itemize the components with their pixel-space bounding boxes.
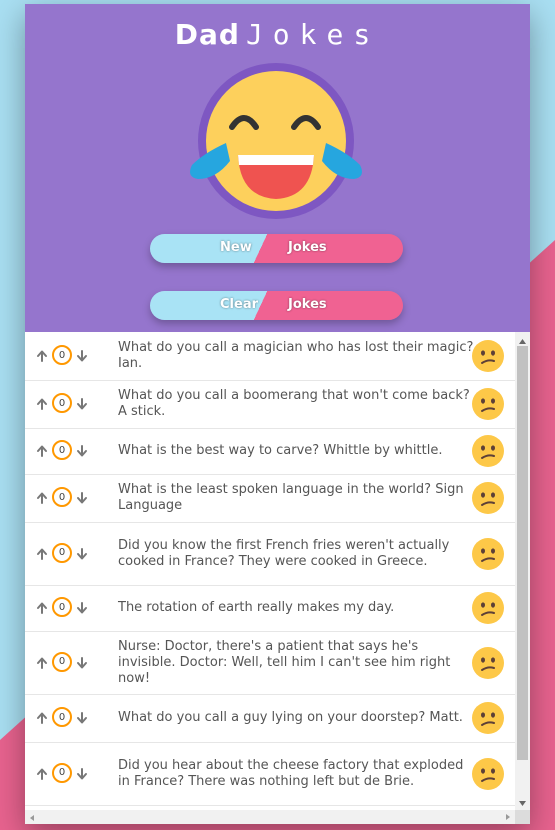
- scrollbar-corner: [515, 810, 530, 824]
- vote-score: 0: [52, 707, 72, 727]
- horizontal-scrollbar[interactable]: [25, 810, 515, 824]
- joke-text: Did you know the first French fries were…: [118, 537, 450, 569]
- arrow-down-icon[interactable]: [75, 546, 89, 560]
- vote-score: 0: [52, 487, 72, 507]
- arrow-up-icon[interactable]: [35, 490, 49, 504]
- joke-text: What do you call a guy lying on your doo…: [118, 710, 463, 725]
- vote-score: 0: [52, 440, 72, 460]
- joke-row: 0 Did you know the first French fries wer…: [25, 522, 515, 586]
- vote-controls: 0: [35, 762, 89, 783]
- clear-jokes-button-label-2: Jokes: [288, 297, 327, 312]
- confused-face-icon: [471, 434, 505, 468]
- vote-score: 0: [52, 345, 72, 365]
- vote-score: 0: [52, 762, 72, 783]
- scroll-down-icon[interactable]: [515, 798, 530, 810]
- vote-score: 0: [52, 597, 72, 617]
- title-bold: Dad: [174, 18, 240, 51]
- confused-face-icon: [471, 701, 505, 735]
- new-jokes-button-label-1: New: [220, 240, 252, 255]
- laughing-emoji-icon: [190, 63, 362, 219]
- arrow-down-icon[interactable]: [75, 710, 89, 724]
- confused-face-icon: [471, 481, 505, 515]
- vertical-scrollbar[interactable]: [515, 332, 530, 810]
- new-jokes-button[interactable]: New Jokes: [150, 234, 403, 263]
- title-light: Jokes: [245, 18, 381, 51]
- arrow-down-icon[interactable]: [75, 443, 89, 457]
- vote-controls: 0: [35, 707, 89, 727]
- arrow-up-icon[interactable]: [35, 396, 49, 410]
- joke-text: What do you call a magician who has lost…: [118, 340, 474, 371]
- vote-score: 0: [52, 542, 72, 563]
- confused-face-icon: [471, 339, 505, 373]
- joke-row: 0 What is the least spoken language in th…: [25, 474, 515, 523]
- arrow-up-icon[interactable]: [35, 443, 49, 457]
- vote-controls: 0: [35, 440, 89, 460]
- joke-text: Did you hear about the cheese factory th…: [118, 757, 464, 789]
- confused-face-icon: [471, 591, 505, 625]
- arrow-down-icon[interactable]: [75, 348, 89, 362]
- vote-controls: 0: [35, 487, 89, 507]
- arrow-down-icon[interactable]: [75, 490, 89, 504]
- confused-face-icon: [471, 646, 505, 680]
- arrow-up-icon[interactable]: [35, 766, 49, 780]
- arrow-up-icon[interactable]: [35, 655, 49, 669]
- vote-score: 0: [52, 393, 72, 413]
- scroll-right-icon[interactable]: [501, 810, 515, 824]
- arrow-down-icon[interactable]: [75, 396, 89, 410]
- scroll-left-icon[interactable]: [25, 811, 39, 824]
- joke-row: 0 What do you call a boomerang that won't…: [25, 380, 515, 429]
- confused-face-icon: [471, 387, 505, 421]
- joke-text: Nurse: Doctor, there's a patient that sa…: [118, 638, 451, 686]
- joke-row: 0 Did you hear about the cheese factory t…: [25, 742, 515, 806]
- joke-text: What do you call a boomerang that won't …: [118, 388, 470, 419]
- dad-jokes-app: Dad Jokes New Jokes Clear Jokes 0 What do …: [25, 4, 530, 824]
- joke-text: The rotation of earth really makes my da…: [118, 600, 395, 615]
- vote-controls: 0: [35, 597, 89, 617]
- arrow-up-icon[interactable]: [35, 348, 49, 362]
- clear-jokes-button-label-1: Clear: [220, 297, 258, 312]
- arrow-down-icon[interactable]: [75, 766, 89, 780]
- arrow-up-icon[interactable]: [35, 600, 49, 614]
- arrow-down-icon[interactable]: [75, 655, 89, 669]
- joke-row: 0 What is the best way to carve? Whittle …: [25, 428, 515, 475]
- arrow-up-icon[interactable]: [35, 710, 49, 724]
- joke-row: 0 What do you call a guy lying on your do…: [25, 694, 515, 743]
- jokes-list: 0 What do you call a magician who has los…: [25, 332, 515, 810]
- vote-score: 0: [52, 651, 72, 672]
- app-title: Dad Jokes: [25, 18, 530, 51]
- vote-controls: 0: [35, 651, 89, 672]
- scrollbar-thumb[interactable]: [517, 346, 528, 760]
- vote-controls: 0: [35, 542, 89, 563]
- confused-face-icon: [471, 537, 505, 571]
- arrow-down-icon[interactable]: [75, 600, 89, 614]
- joke-row: 0 Nurse: Doctor, there's a patient that s…: [25, 631, 515, 695]
- new-jokes-button-label-2: Jokes: [288, 240, 327, 255]
- arrow-up-icon[interactable]: [35, 546, 49, 560]
- joke-row: 0 What do you call a magician who has los…: [25, 332, 515, 381]
- clear-jokes-button[interactable]: Clear Jokes: [150, 291, 403, 320]
- joke-row: 0 The rotation of earth really makes my d…: [25, 585, 515, 632]
- header-panel: Dad Jokes New Jokes Clear Jokes: [25, 4, 530, 332]
- vote-controls: 0: [35, 393, 89, 413]
- vote-controls: 0: [35, 345, 89, 365]
- confused-face-icon: [471, 757, 505, 791]
- joke-text: What is the least spoken language in the…: [118, 482, 464, 513]
- joke-text: What is the best way to carve? Whittle b…: [118, 443, 443, 458]
